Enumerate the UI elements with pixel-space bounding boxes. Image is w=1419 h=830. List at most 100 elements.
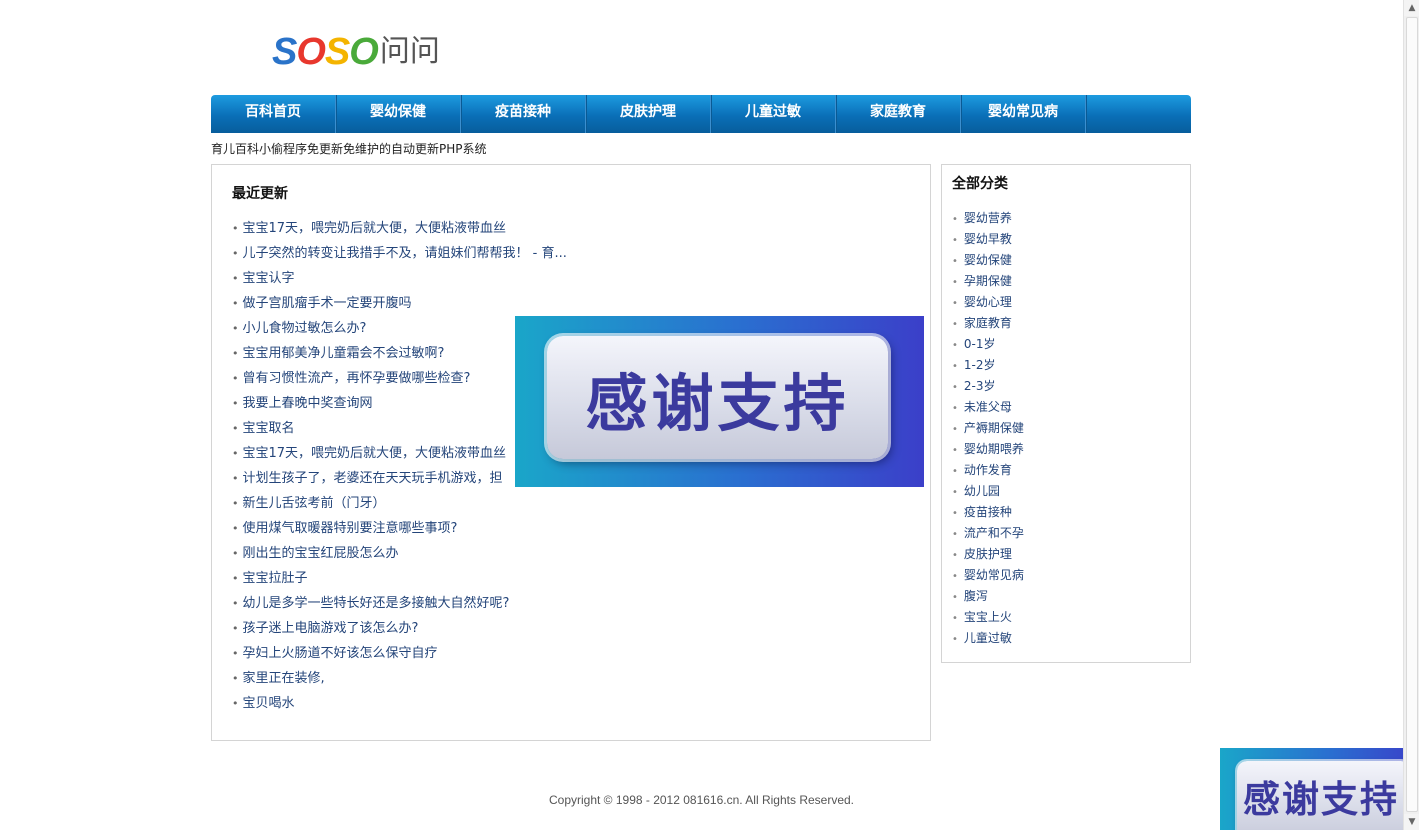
bullet-icon: • xyxy=(952,424,958,435)
bullet-icon: • xyxy=(952,508,958,519)
list-item: • 家里正在装修, xyxy=(232,666,567,691)
bullet-icon: • xyxy=(232,347,239,360)
list-item: • 婴幼营养 xyxy=(952,208,1024,229)
article-link[interactable]: 宝宝17天，喂完奶后就大便，大便粘液带血丝 xyxy=(243,221,507,236)
nav-item-infant-care[interactable]: 婴幼保健 xyxy=(336,95,461,133)
category-link[interactable]: 婴幼期喂养 xyxy=(964,442,1024,456)
article-link[interactable]: 宝贝喝水 xyxy=(243,696,295,711)
article-link[interactable]: 新生儿舌弦考前（门牙） xyxy=(243,496,386,511)
list-item: • 宝宝拉肚子 xyxy=(232,566,567,591)
article-link[interactable]: 我要上春晚中奖查询网 xyxy=(243,396,373,411)
category-link[interactable]: 宝宝上火 xyxy=(964,610,1012,624)
bullet-icon: • xyxy=(232,397,239,410)
list-item: • 儿童过敏 xyxy=(952,628,1024,649)
nav-item-home[interactable]: 百科首页 xyxy=(211,95,336,133)
category-link[interactable]: 婴幼营养 xyxy=(964,211,1012,225)
category-link[interactable]: 疫苗接种 xyxy=(964,505,1012,519)
category-link[interactable]: 腹泻 xyxy=(964,589,988,603)
article-link[interactable]: 孕妇上火肠道不好该怎么保守自疗 xyxy=(243,646,438,661)
bullet-icon: • xyxy=(952,592,958,603)
bullet-icon: • xyxy=(232,372,239,385)
category-panel: 全部分类 • 婴幼营养 • 婴幼早教 • 婴幼保健 • 孕期保健 • 婴幼心理 • 家庭教育… xyxy=(941,164,1191,663)
scrollbar-thumb[interactable] xyxy=(1406,17,1418,812)
corner-ad-banner[interactable]: 感谢支持 xyxy=(1220,748,1419,830)
bullet-icon: • xyxy=(952,613,958,624)
category-list: • 婴幼营养 • 婴幼早教 • 婴幼保健 • 孕期保健 • 婴幼心理 • 家庭教育 • 0-1… xyxy=(952,208,1024,649)
article-link[interactable]: 儿子突然的转变让我措手不及，请姐妹们帮帮我！ - 育... xyxy=(243,246,567,261)
list-item: • 未准父母 xyxy=(952,397,1024,418)
bullet-icon: • xyxy=(952,634,958,645)
scroll-up-icon[interactable]: ▲ xyxy=(1404,0,1419,16)
logo-letter: S xyxy=(272,31,297,73)
nav-item-common-diseases[interactable]: 婴幼常见病 xyxy=(961,95,1086,133)
list-item: • 0-1岁 xyxy=(952,334,1024,355)
bullet-icon: • xyxy=(232,272,239,285)
list-item: • 婴幼心理 xyxy=(952,292,1024,313)
nav-item-vaccination[interactable]: 疫苗接种 xyxy=(461,95,586,133)
list-item: • 宝贝喝水 xyxy=(232,691,567,716)
category-link[interactable]: 产褥期保健 xyxy=(964,421,1024,435)
list-item: • 婴幼常见病 xyxy=(952,565,1024,586)
list-item: • 孕妇上火肠道不好该怎么保守自疗 xyxy=(232,641,567,666)
list-item: • 家庭教育 xyxy=(952,313,1024,334)
category-link[interactable]: 婴幼心理 xyxy=(964,295,1012,309)
list-item: • 婴幼保健 xyxy=(952,250,1024,271)
bullet-icon: • xyxy=(232,422,239,435)
bullet-icon: • xyxy=(952,298,958,309)
scroll-down-icon[interactable]: ▼ xyxy=(1404,814,1419,830)
list-item: • 疫苗接种 xyxy=(952,502,1024,523)
article-link[interactable]: 宝宝17天，喂完奶后就大便，大便粘液带血丝 xyxy=(243,446,507,461)
nav-item-skin-care[interactable]: 皮肤护理 xyxy=(586,95,711,133)
nav-item-child-allergy[interactable]: 儿童过敏 xyxy=(711,95,836,133)
category-link[interactable]: 婴幼早教 xyxy=(964,232,1012,246)
category-link[interactable]: 家庭教育 xyxy=(964,316,1012,330)
category-link[interactable]: 0-1岁 xyxy=(964,337,996,351)
category-link[interactable]: 幼儿园 xyxy=(964,484,1000,498)
article-link[interactable]: 幼儿是多学一些特长好还是多接触大自然好呢? xyxy=(243,596,510,611)
site-slogan: 育儿百科小偷程序免更新免维护的自动更新PHP系统 xyxy=(211,142,487,156)
vertical-scrollbar[interactable]: ▲ ▼ xyxy=(1403,0,1419,830)
category-link[interactable]: 动作发育 xyxy=(964,463,1012,477)
bullet-icon: • xyxy=(952,466,958,477)
article-link[interactable]: 宝宝认字 xyxy=(243,271,295,286)
category-link[interactable]: 未准父母 xyxy=(964,400,1012,414)
article-link[interactable]: 宝宝拉肚子 xyxy=(243,571,308,586)
category-link[interactable]: 流产和不孕 xyxy=(964,526,1024,540)
category-link[interactable]: 婴幼常见病 xyxy=(964,568,1024,582)
article-link[interactable]: 小儿食物过敏怎么办? xyxy=(243,321,367,336)
list-item: • 皮肤护理 xyxy=(952,544,1024,565)
list-item: • 1-2岁 xyxy=(952,355,1024,376)
category-link[interactable]: 婴幼保健 xyxy=(964,253,1012,267)
corner-ad-text: 感谢支持 xyxy=(1237,761,1411,830)
category-link[interactable]: 2-3岁 xyxy=(964,379,996,393)
bullet-icon: • xyxy=(232,622,239,635)
article-link[interactable]: 使用煤气取暖器特别要注意哪些事项? xyxy=(243,521,458,536)
bullet-icon: • xyxy=(232,447,239,460)
list-item: • 幼儿园 xyxy=(952,481,1024,502)
article-link[interactable]: 宝宝用郁美净儿童霜会不会过敏啊? xyxy=(243,346,445,361)
bullet-icon: • xyxy=(952,256,958,267)
category-link[interactable]: 1-2岁 xyxy=(964,358,996,372)
article-link[interactable]: 家里正在装修, xyxy=(243,671,325,686)
bullet-icon: • xyxy=(232,472,239,485)
bullet-icon: • xyxy=(232,572,239,585)
article-link[interactable]: 宝宝取名 xyxy=(243,421,295,436)
category-link[interactable]: 儿童过敏 xyxy=(964,631,1012,645)
page: SOSO 问问 百科首页 婴幼保健 疫苗接种 皮肤护理 儿童过敏 家庭教育 婴幼… xyxy=(0,0,1419,830)
list-item: • 婴幼早教 xyxy=(952,229,1024,250)
footer-copyright: Copyright © 1998 - 2012 081616.cn. All R… xyxy=(548,793,855,807)
category-link[interactable]: 皮肤护理 xyxy=(964,547,1012,561)
article-link[interactable]: 刚出生的宝宝红屁股怎么办 xyxy=(243,546,399,561)
list-item: • 孕期保健 xyxy=(952,271,1024,292)
floating-ad-banner[interactable]: 感谢支持 xyxy=(515,316,924,487)
article-link[interactable]: 曾有习惯性流产，再怀孕要做哪些检查? xyxy=(243,371,471,386)
article-link[interactable]: 计划生孩子了，老婆还在天天玩手机游戏，担 xyxy=(243,471,503,486)
list-item: • 孩子迷上电脑游戏了该怎么办? xyxy=(232,616,567,641)
bullet-icon: • xyxy=(232,222,239,235)
nav-item-family-education[interactable]: 家庭教育 xyxy=(836,95,961,133)
article-link[interactable]: 孩子迷上电脑游戏了该怎么办? xyxy=(243,621,419,636)
category-link[interactable]: 孕期保健 xyxy=(964,274,1012,288)
article-link[interactable]: 做子宫肌瘤手术一定要开腹吗 xyxy=(243,296,412,311)
soso-logo[interactable]: SOSO 问问 xyxy=(272,32,440,72)
bullet-icon: • xyxy=(232,547,239,560)
